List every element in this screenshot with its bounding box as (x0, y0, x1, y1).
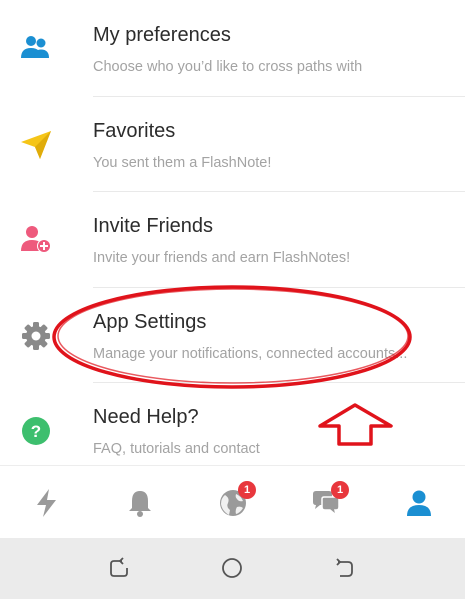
menu-item-need-help[interactable]: ? Need Help? FAQ, tutorials and contact (0, 382, 465, 465)
gear-icon (18, 318, 54, 354)
menu-item-invite-friends[interactable]: Invite Friends Invite your friends and e… (0, 191, 465, 286)
tab-flash[interactable] (0, 466, 93, 539)
home-button[interactable] (220, 556, 246, 582)
bottom-nav: 1 1 (0, 465, 465, 539)
menu-item-title: Favorites (93, 120, 176, 142)
tab-notifications[interactable] (93, 466, 186, 539)
menu-item-favorites[interactable]: Favorites You sent them a FlashNote! (0, 96, 465, 191)
bell-icon (129, 491, 151, 517)
back-icon (336, 558, 353, 577)
menu-item-title: Invite Friends (93, 215, 214, 237)
lightning-icon (37, 489, 56, 517)
menu-item-subtitle: Choose who you’d like to cross paths wit… (93, 59, 363, 75)
explore-badge: 1 (238, 481, 256, 499)
back-button[interactable] (332, 556, 358, 582)
menu-item-subtitle: You sent them a FlashNote! (93, 155, 272, 171)
recent-apps-icon (110, 557, 128, 577)
menu-item-title: Need Help? (93, 406, 199, 428)
profile-icon (407, 490, 431, 516)
menu-item-my-preferences[interactable]: My preferences Choose who you’d like to … (0, 0, 465, 95)
menu-item-subtitle: Invite your friends and earn FlashNotes! (93, 250, 351, 266)
menu-item-title: My preferences (93, 24, 231, 46)
menu-item-title: App Settings (93, 311, 207, 333)
recent-apps-button[interactable] (106, 556, 132, 582)
paper-plane-icon (18, 126, 54, 162)
menu-item-subtitle: FAQ, tutorials and contact (93, 441, 260, 457)
help-icon: ? (18, 413, 54, 449)
tab-profile[interactable] (372, 466, 465, 539)
menu-item-app-settings[interactable]: App Settings Manage your notifications, … (0, 287, 465, 382)
messages-badge: 1 (331, 481, 349, 499)
home-circle-icon (222, 558, 242, 578)
tab-messages[interactable]: 1 (279, 466, 372, 539)
menu-item-subtitle: Manage your notifications, connected acc… (93, 346, 408, 362)
add-user-icon (18, 221, 54, 257)
tab-explore[interactable]: 1 (186, 466, 279, 539)
users-icon (18, 30, 54, 66)
system-navigation-bar (0, 538, 465, 599)
svg-text:?: ? (31, 422, 41, 441)
